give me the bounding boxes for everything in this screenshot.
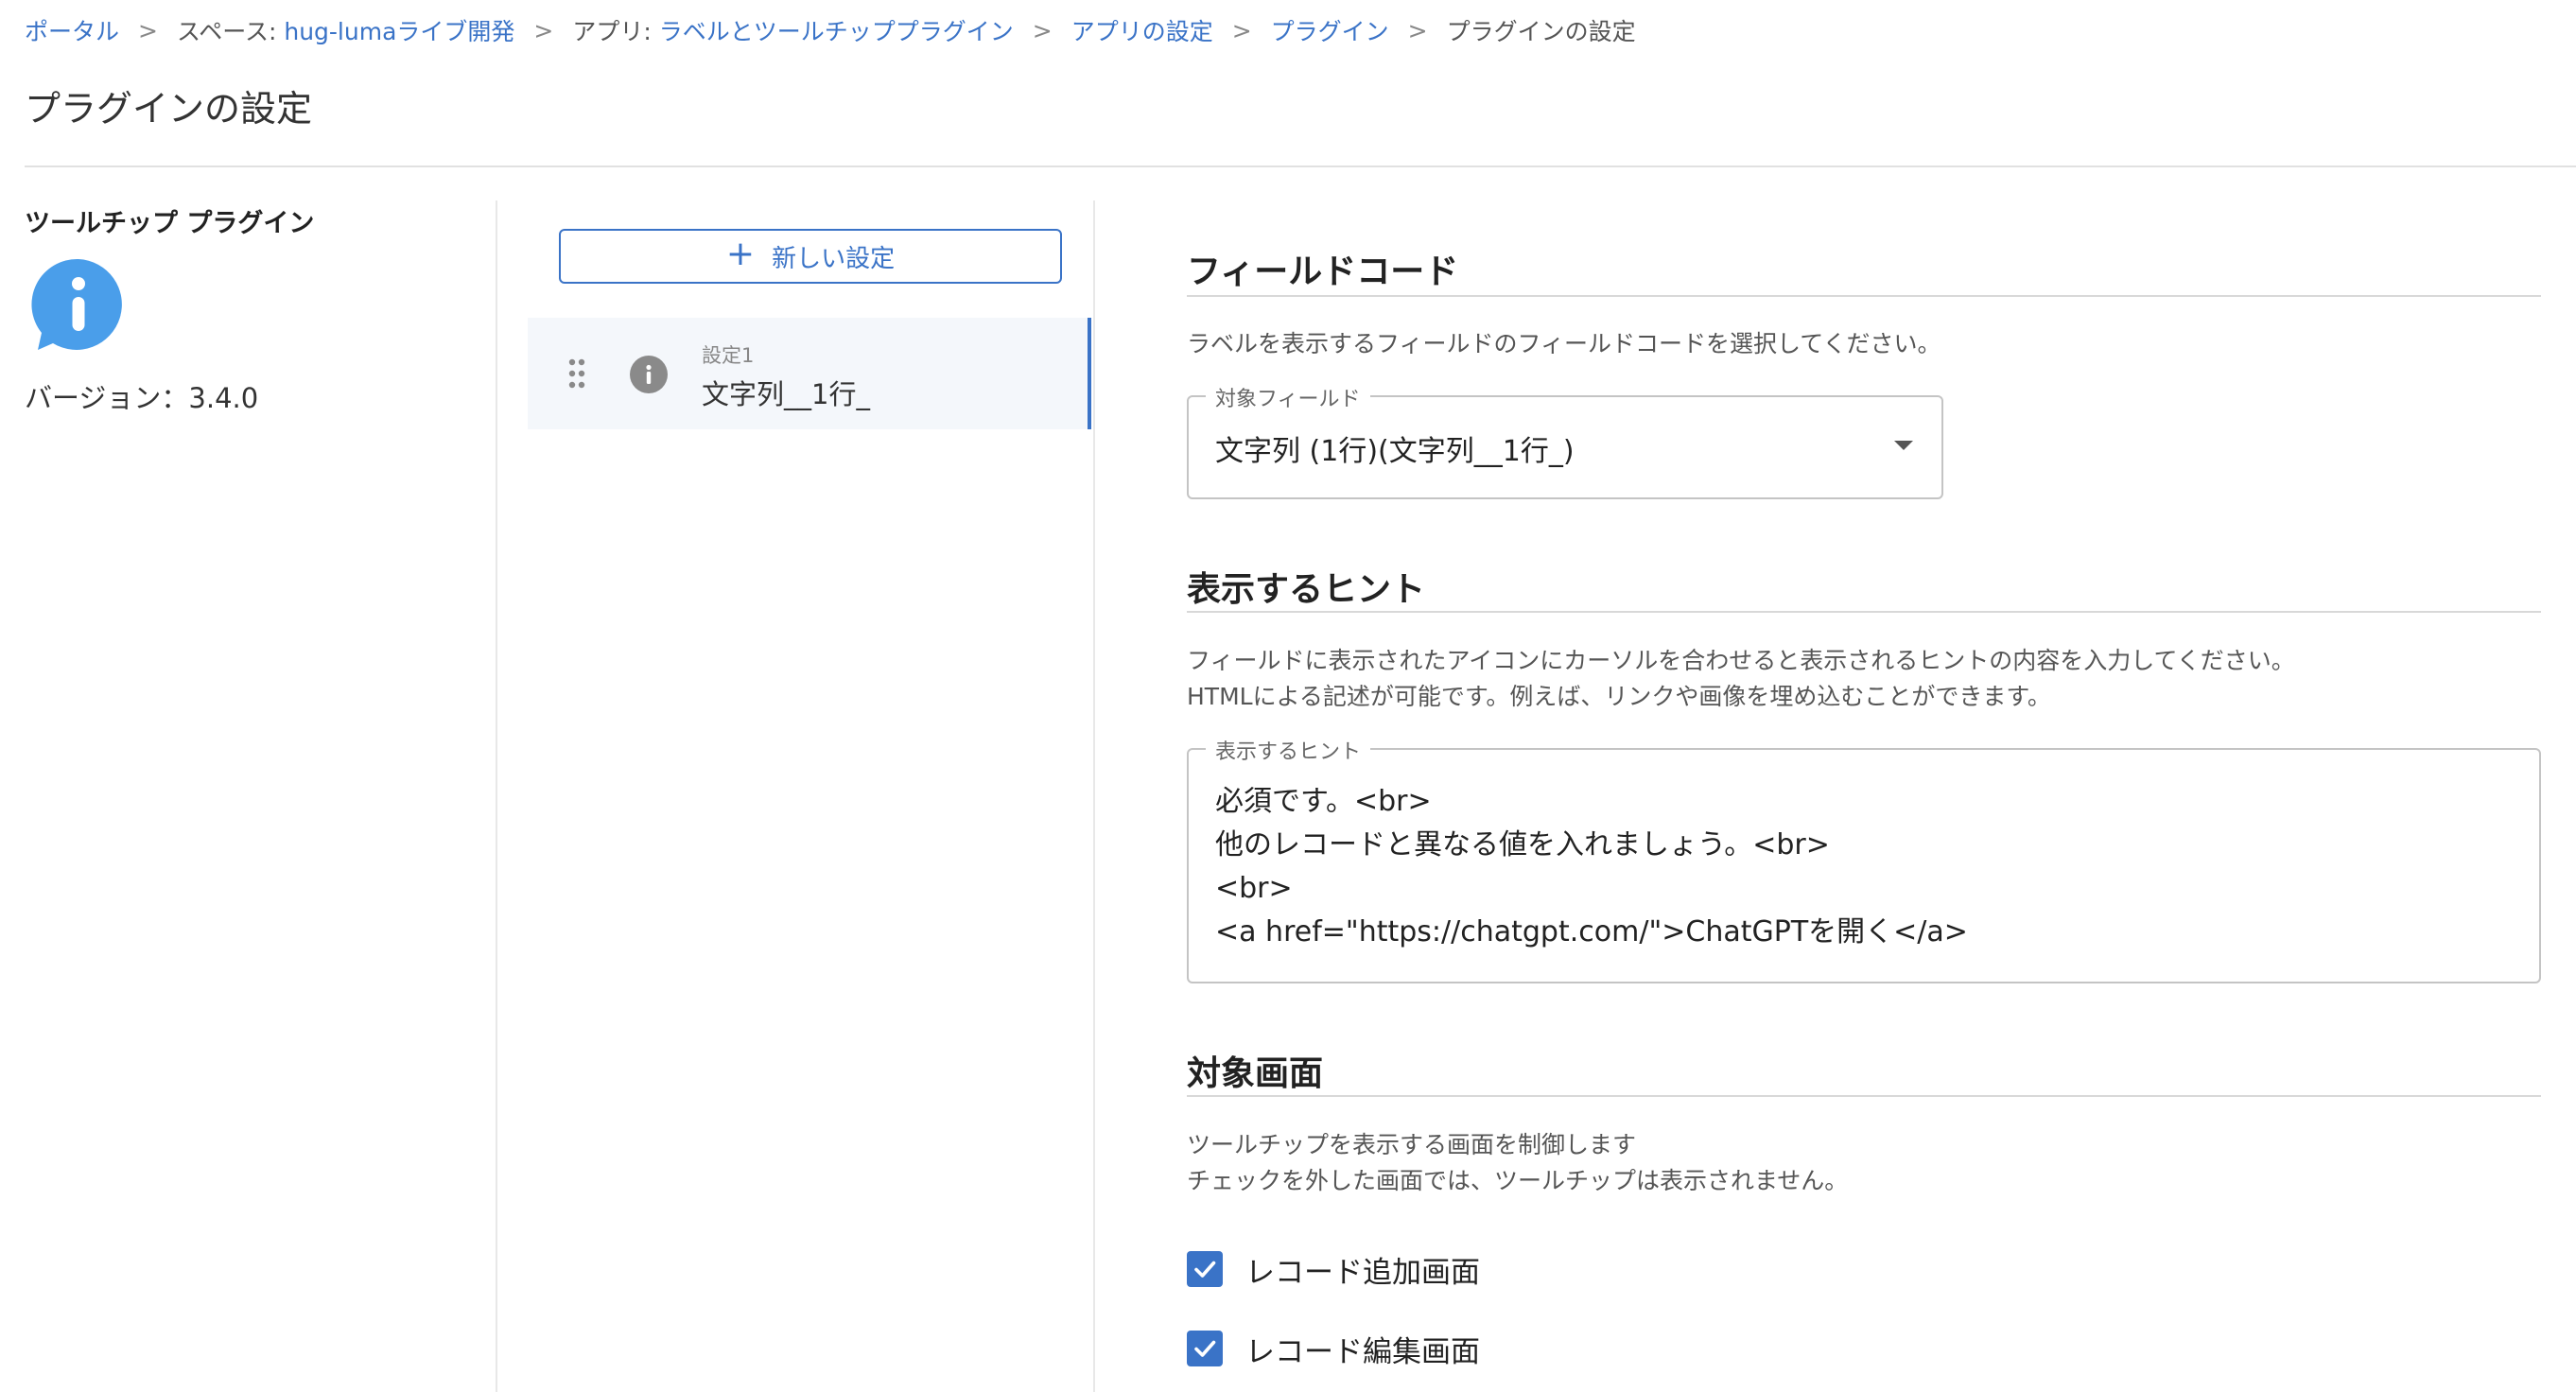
breadcrumb-plugins-link[interactable]: プラグイン xyxy=(1271,13,1389,47)
hint-title: 表示するヒント xyxy=(1187,570,1426,609)
breadcrumb-portal-link[interactable]: ポータル xyxy=(25,13,119,47)
setting-item-value: 文字列__1行_ xyxy=(702,378,870,410)
section-divider xyxy=(1187,1095,2541,1097)
plugin-name: ツールチップ プラグイン xyxy=(25,209,315,238)
target-field-legend: 対象フィールド xyxy=(1206,382,1370,412)
hint-description: フィールドに表示されたアイコンにカーソルを合わせると表示されるヒントの内容を入力… xyxy=(1187,643,2295,715)
hint-textarea-line: 必須です。<br> xyxy=(1215,785,1432,818)
hint-textarea-line: 他のレコードと異なる値を入れましょう。<br> xyxy=(1215,828,1830,861)
new-setting-button[interactable]: + 新しい設定 xyxy=(559,229,1062,284)
target-field-select[interactable]: 対象フィールド 文字列 (1行)(文字列__1行_) xyxy=(1187,382,1943,499)
target-screen-title: 対象画面 xyxy=(1187,1054,1324,1093)
checkbox-checked[interactable] xyxy=(1187,1251,1223,1287)
chevron-down-icon xyxy=(1894,441,1913,450)
setting-item-label: 設定1 xyxy=(702,344,755,367)
column-divider xyxy=(1093,200,1095,1392)
record-edit-screen-checkbox[interactable]: レコード編集画面 xyxy=(1187,1328,1480,1369)
checkbox-label: レコード追加画面 xyxy=(1245,1255,1480,1290)
breadcrumb-separator: > xyxy=(1231,16,1252,44)
column-divider xyxy=(496,200,497,1392)
section-divider xyxy=(1187,611,2541,613)
check-icon xyxy=(1194,1340,1216,1357)
check-icon xyxy=(1194,1261,1216,1278)
info-icon xyxy=(630,356,668,393)
hint-textarea-line: <a href="https://chatgpt.com/">ChatGPTを開… xyxy=(1215,915,1968,948)
breadcrumb-space-link[interactable]: hug-lumaライブ開発 xyxy=(284,13,514,47)
hint-description-line: HTMLによる記述が可能です。例えば、リンクや画像を埋め込むことができます。 xyxy=(1187,683,2051,710)
plugin-version: バージョン：3.4.0 xyxy=(25,382,259,414)
section-divider xyxy=(1187,295,2541,297)
hint-textarea-legend: 表示するヒント xyxy=(1206,735,1371,765)
breadcrumb-separator: > xyxy=(533,16,554,44)
header-divider xyxy=(25,165,2576,167)
breadcrumb-separator: > xyxy=(1032,16,1053,44)
plus-icon: + xyxy=(725,235,756,273)
hint-textarea-content: 必須です。<br> 他のレコードと異なる値を入れましょう。<br> <br> <… xyxy=(1215,780,1968,954)
breadcrumb-space-prefix: スペース: xyxy=(176,18,285,45)
info-bubble-icon xyxy=(28,255,129,356)
field-code-title: フィールドコード xyxy=(1187,252,1459,291)
setting-list-item[interactable]: 設定1 文字列__1行_ xyxy=(528,318,1091,429)
record-add-screen-checkbox[interactable]: レコード追加画面 xyxy=(1187,1248,1480,1290)
new-setting-label: 新しい設定 xyxy=(772,244,896,273)
checkbox-label: レコード編集画面 xyxy=(1245,1334,1480,1369)
hint-textarea-line: <br> xyxy=(1215,872,1293,905)
breadcrumb-app-settings-link[interactable]: アプリの設定 xyxy=(1071,13,1213,47)
breadcrumb: ポータル > スペース: hug-lumaライブ開発 > アプリ: ラベルとツー… xyxy=(25,9,1636,51)
hint-textarea[interactable]: 表示するヒント 必須です。<br> 他のレコードと異なる値を入れましょう。<br… xyxy=(1187,735,2541,983)
target-field-value: 文字列 (1行)(文字列__1行_) xyxy=(1215,435,1575,468)
field-code-description: ラベルを表示するフィールドのフィールドコードを選択してください。 xyxy=(1187,330,1941,357)
breadcrumb-separator: > xyxy=(138,16,158,44)
breadcrumb-app-prefix: アプリ: xyxy=(572,18,659,45)
target-screen-description-line: チェックを外した画面では、ツールチップは表示されません。 xyxy=(1187,1167,1849,1194)
breadcrumb-app-link[interactable]: ラベルとツールチッププラグイン xyxy=(659,13,1014,47)
breadcrumb-current: プラグインの設定 xyxy=(1446,18,1636,45)
hint-description-line: フィールドに表示されたアイコンにカーソルを合わせると表示されるヒントの内容を入力… xyxy=(1187,647,2295,674)
checkbox-checked[interactable] xyxy=(1187,1331,1223,1366)
breadcrumb-separator: > xyxy=(1407,16,1428,44)
drag-handle-icon[interactable] xyxy=(567,357,586,390)
target-screen-description: ツールチップを表示する画面を制御します チェックを外した画面では、ツールチップは… xyxy=(1187,1127,1848,1199)
page-title: プラグインの設定 xyxy=(25,88,313,130)
target-screen-description-line: ツールチップを表示する画面を制御します xyxy=(1187,1131,1637,1158)
